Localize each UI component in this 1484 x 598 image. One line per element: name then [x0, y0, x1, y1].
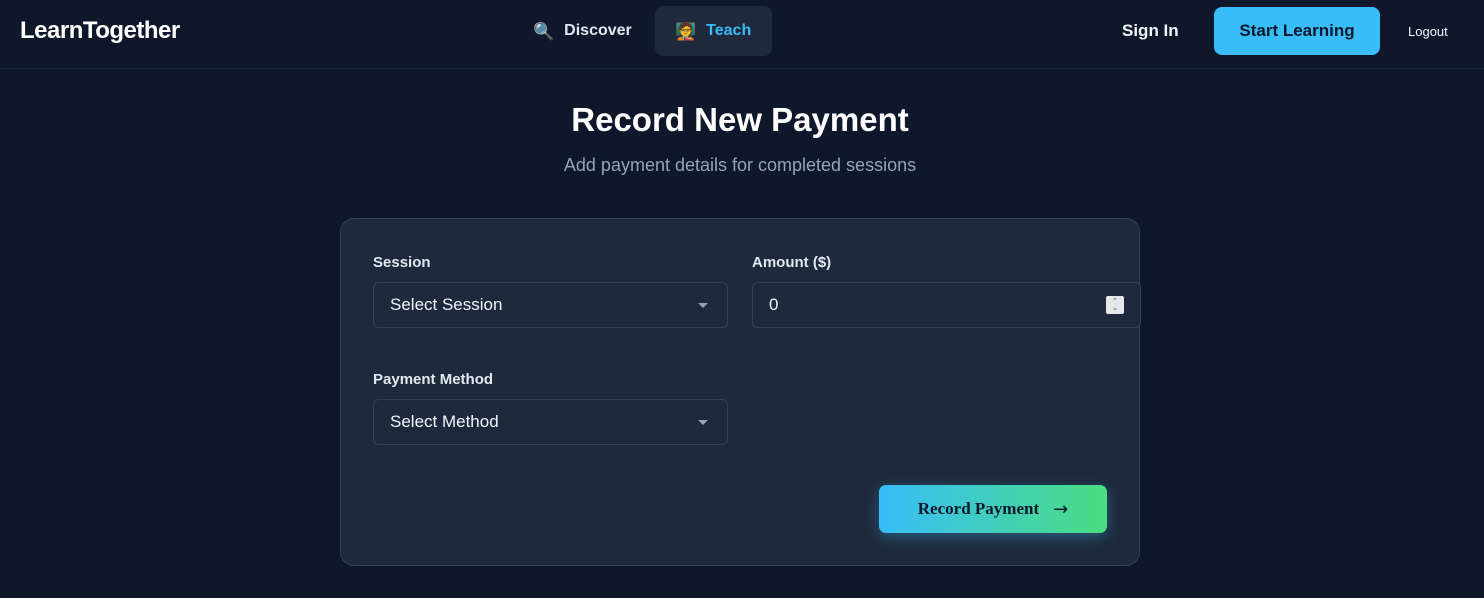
- arrow-right-icon: →: [1053, 498, 1069, 520]
- session-select[interactable]: Select Session: [373, 282, 728, 328]
- number-stepper-icon[interactable]: ⌃ ⌄: [1106, 296, 1124, 314]
- magnifier-icon: 🔍: [533, 21, 555, 41]
- payment-method-select[interactable]: Select Method: [373, 399, 728, 445]
- record-payment-button[interactable]: Record Payment →: [879, 485, 1107, 533]
- chevron-down-icon: [698, 420, 708, 425]
- payment-method-label: Payment Method: [373, 371, 494, 388]
- payment-method-select-value: Select Method: [390, 412, 499, 431]
- record-payment-label: Record Payment: [917, 499, 1040, 518]
- session-select-value: Select Session: [390, 295, 503, 314]
- logout-link[interactable]: Logout: [1408, 24, 1448, 39]
- page-title: Record New Payment: [571, 101, 909, 138]
- chevron-down-icon: [698, 303, 708, 308]
- amount-input-value: 0: [769, 295, 779, 314]
- sign-in-link[interactable]: Sign In: [1122, 21, 1179, 41]
- top-navigation-bar: LearnTogether 🔍 Discover 🧑‍🏫 Teach Sign …: [0, 0, 1484, 69]
- nav-teach-label: Teach: [706, 22, 752, 39]
- payment-form-card: Session Select Session Amount ($) 0 ⌃ ⌄ P…: [340, 218, 1141, 566]
- start-learning-button[interactable]: Start Learning: [1214, 7, 1380, 55]
- nav-discover-label: Discover: [564, 22, 632, 39]
- app-logo[interactable]: LearnTogether: [20, 17, 180, 45]
- amount-input[interactable]: 0 ⌃ ⌄: [752, 282, 1141, 328]
- page-subtitle: Add payment details for completed sessio…: [563, 155, 917, 175]
- amount-label: Amount ($): [752, 254, 832, 271]
- nav-teach[interactable]: 🧑‍🏫 Teach: [655, 6, 772, 56]
- teacher-icon: 🧑‍🏫: [675, 21, 697, 41]
- session-label: Session: [373, 254, 431, 271]
- nav-discover[interactable]: 🔍 Discover: [513, 6, 652, 56]
